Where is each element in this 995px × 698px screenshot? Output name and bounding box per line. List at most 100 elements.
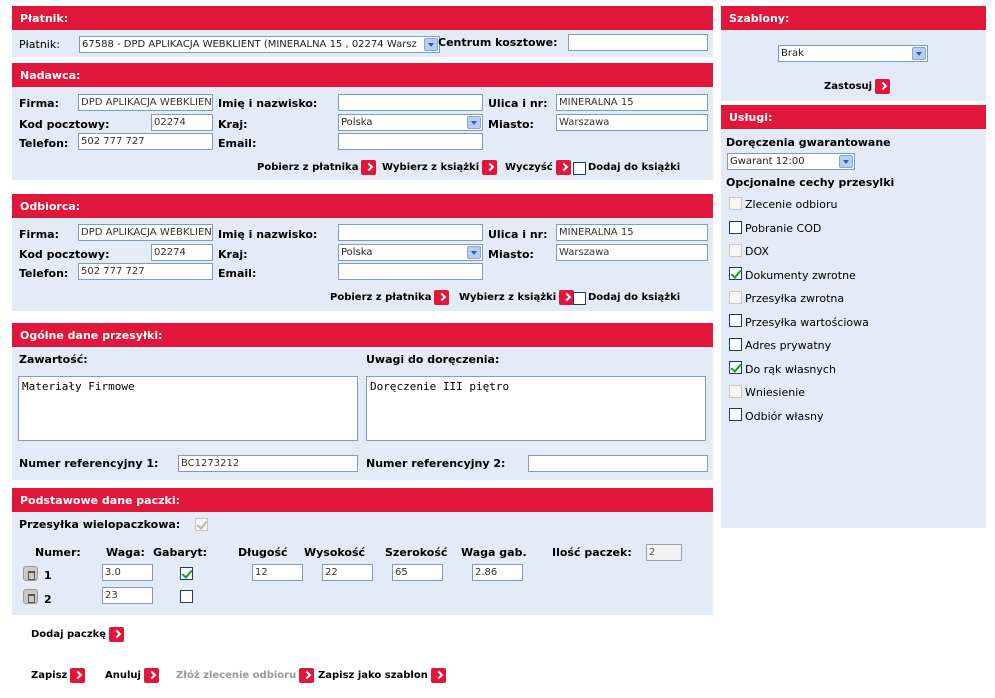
platnik-header: Płatnik: <box>12 6 713 30</box>
opt-przesylka-zwrotna-label: Przesyłka zwrotna <box>745 292 845 305</box>
odbiorca-email-input[interactable] <box>338 263 483 280</box>
platnik-label: Płatnik: <box>19 38 60 51</box>
odbiorca-ulica-input[interactable]: MINERALNA 15 <box>556 224 708 241</box>
opt-odbior-wlasny-label: Odbiór własny <box>745 410 824 423</box>
nadawca-wyczysc-label: Wyczyść <box>505 162 553 173</box>
col-wysokosc: Wysokość <box>304 546 366 559</box>
nadawca-miasto-input[interactable]: Warszawa <box>556 114 708 131</box>
opt-odbior-wlasny-checkbox[interactable] <box>729 408 742 421</box>
gwarant-select[interactable]: Gwarant 12:00 <box>727 153 855 170</box>
opt-przesylka-zwrotna-checkbox[interactable] <box>729 291 742 304</box>
opt-zlecenie-odbioru-label: Zlecenie odbioru <box>745 198 838 211</box>
nadawca-kraj-select[interactable]: Polska <box>338 114 483 131</box>
row1-dlugosc[interactable]: 12 <box>252 564 303 581</box>
nadawca-miasto-label: Miasto: <box>488 118 534 131</box>
opt-dox-checkbox[interactable] <box>729 244 742 257</box>
gwarant-label: Doręczenia gwarantowane <box>726 136 891 149</box>
nadawca-imie-input[interactable] <box>338 94 483 111</box>
odbiorca-kraj-value: Polska <box>341 247 373 258</box>
arrow-right-icon <box>361 160 377 175</box>
row1-szerokosc[interactable]: 65 <box>392 564 443 581</box>
ilosc-label: Ilość paczek: <box>552 546 632 559</box>
anuluj-button[interactable]: Anuluj <box>105 668 159 683</box>
chevron-down-icon[interactable] <box>467 246 481 259</box>
nadawca-firma-input[interactable]: DPD APLIKACJA WEBKLIENT <box>78 94 213 111</box>
odbiorca-wybierz-label: Wybierz z książki <box>459 292 557 303</box>
wielopaczkowa-checkbox[interactable] <box>195 518 208 531</box>
zloz-zlecenie-button[interactable]: Złóż zlecenie odbioru <box>176 668 315 683</box>
odbiorca-kod-label: Kod pocztowy: <box>19 248 110 261</box>
ogolne-panel: Ogólne dane przesyłki: Zawartość: Materi… <box>12 323 713 480</box>
ref2-label: Numer referencyjny 2: <box>366 457 506 470</box>
odbiorca-pobierz-label: Pobierz z płatnika <box>330 292 432 303</box>
platnik-select-value: 67588 - DPD APLIKACJA WEBKLIENT (MINERAL… <box>82 39 417 50</box>
nadawca-dodaj-checkbox[interactable] <box>573 162 586 175</box>
nadawca-panel: Nadawca: Firma: DPD APLIKACJA WEBKLIENT … <box>12 63 713 180</box>
nadawca-email-input[interactable] <box>338 133 483 150</box>
nadawca-telefon-label: Telefon: <box>19 137 69 150</box>
opt-adres-prywatny-checkbox[interactable] <box>729 338 742 351</box>
trash-icon[interactable] <box>23 589 38 604</box>
zapisz-szablon-button[interactable]: Zapisz jako szablon <box>318 668 446 683</box>
col-numer: Numer: <box>35 546 81 559</box>
nadawca-ulica-input[interactable]: MINERALNA 15 <box>556 94 708 111</box>
arrow-right-icon <box>434 290 450 305</box>
zastosuj-button[interactable]: Zastosuj <box>824 79 891 94</box>
nadawca-telefon-input[interactable]: 502 777 727 <box>78 133 213 150</box>
zapisz-button[interactable]: Zapisz <box>31 668 86 683</box>
row1-gabaryt-checkbox[interactable] <box>180 567 193 580</box>
odbiorca-dodaj-checkbox[interactable] <box>573 292 586 305</box>
zawartosc-label: Zawartość: <box>19 353 88 366</box>
odbiorca-firma-label: Firma: <box>19 228 59 241</box>
nadawca-kod-input[interactable]: 02274 <box>151 114 213 131</box>
ref1-input[interactable]: BC1273212 <box>178 455 358 472</box>
opt-dokumenty-zwrotne-label: Dokumenty zwrotne <box>745 269 856 282</box>
chevron-down-icon[interactable] <box>424 38 438 51</box>
ref2-input[interactable] <box>528 455 708 472</box>
chevron-down-icon[interactable] <box>839 155 853 168</box>
opt-zlecenie-odbioru-checkbox[interactable] <box>729 197 742 210</box>
zawartosc-textarea[interactable]: Materiały Firmowe <box>18 376 358 441</box>
szablony-select-value: Brak <box>781 48 804 59</box>
odbiorca-imie-input[interactable] <box>338 224 483 241</box>
opt-dokumenty-zwrotne-checkbox[interactable] <box>729 267 742 280</box>
platnik-select[interactable]: 67588 - DPD APLIKACJA WEBKLIENT (MINERAL… <box>79 36 440 53</box>
odbiorca-kraj-select[interactable]: Polska <box>338 244 483 261</box>
platnik-panel: Płatnik: Płatnik: 67588 - DPD APLIKACJA … <box>12 6 713 57</box>
row2-numer: 2 <box>44 593 52 606</box>
nadawca-wybierz-label: Wybierz z książki <box>382 162 480 173</box>
opt-do-rak-wlasnych-checkbox[interactable] <box>729 361 742 374</box>
row1-wysokosc[interactable]: 22 <box>322 564 373 581</box>
odbiorca-pobierz-button[interactable]: Pobierz z płatnika <box>330 290 450 305</box>
row2-gabaryt-checkbox[interactable] <box>180 590 193 603</box>
chevron-down-icon[interactable] <box>912 47 926 60</box>
odbiorca-kraj-label: Kraj: <box>218 248 248 261</box>
nadawca-imie-label: Imię i nazwisko: <box>218 97 318 110</box>
ilosc-input[interactable]: 2 <box>646 544 682 561</box>
nadawca-wyczysc-button[interactable]: Wyczyść <box>505 160 571 175</box>
row1-waga[interactable]: 3.0 <box>102 564 153 581</box>
odbiorca-kod-input[interactable]: 02274 <box>151 244 213 261</box>
opt-dox-label: DOX <box>745 245 769 258</box>
odbiorca-telefon-input[interactable]: 502 777 727 <box>78 263 213 280</box>
chevron-down-icon[interactable] <box>467 116 481 129</box>
nadawca-wybierz-button[interactable]: Wybierz z książki <box>382 160 498 175</box>
col-waga-gab: Waga gab. <box>461 546 527 559</box>
nadawca-pobierz-button[interactable]: Pobierz z płatnika <box>257 160 377 175</box>
opt-przesylka-wartosciowa-checkbox[interactable] <box>729 314 742 327</box>
nadawca-dodaj-label: Dodaj do książki <box>588 162 681 173</box>
arrow-right-icon <box>482 160 498 175</box>
cost-center-input[interactable] <box>568 34 708 51</box>
uwagi-textarea[interactable]: Doręczenie III piętro <box>366 376 706 441</box>
opt-wniesienie-checkbox[interactable] <box>729 385 742 398</box>
trash-icon[interactable] <box>23 566 38 581</box>
szablony-select[interactable]: Brak <box>778 45 928 62</box>
odbiorca-miasto-input[interactable]: Warszawa <box>556 244 708 261</box>
row1-waga-gab[interactable]: 2.86 <box>472 564 523 581</box>
row2-waga[interactable]: 23 <box>102 587 153 604</box>
odbiorca-firma-input[interactable]: DPD APLIKACJA WEBKLIENT <box>78 224 213 241</box>
dodaj-paczke-button[interactable]: Dodaj paczkę <box>31 627 125 642</box>
odbiorca-wybierz-button[interactable]: Wybierz z książki <box>459 290 575 305</box>
opt-pobranie-cod-checkbox[interactable] <box>729 221 742 234</box>
cost-center-label: Centrum kosztowe: <box>438 36 558 49</box>
